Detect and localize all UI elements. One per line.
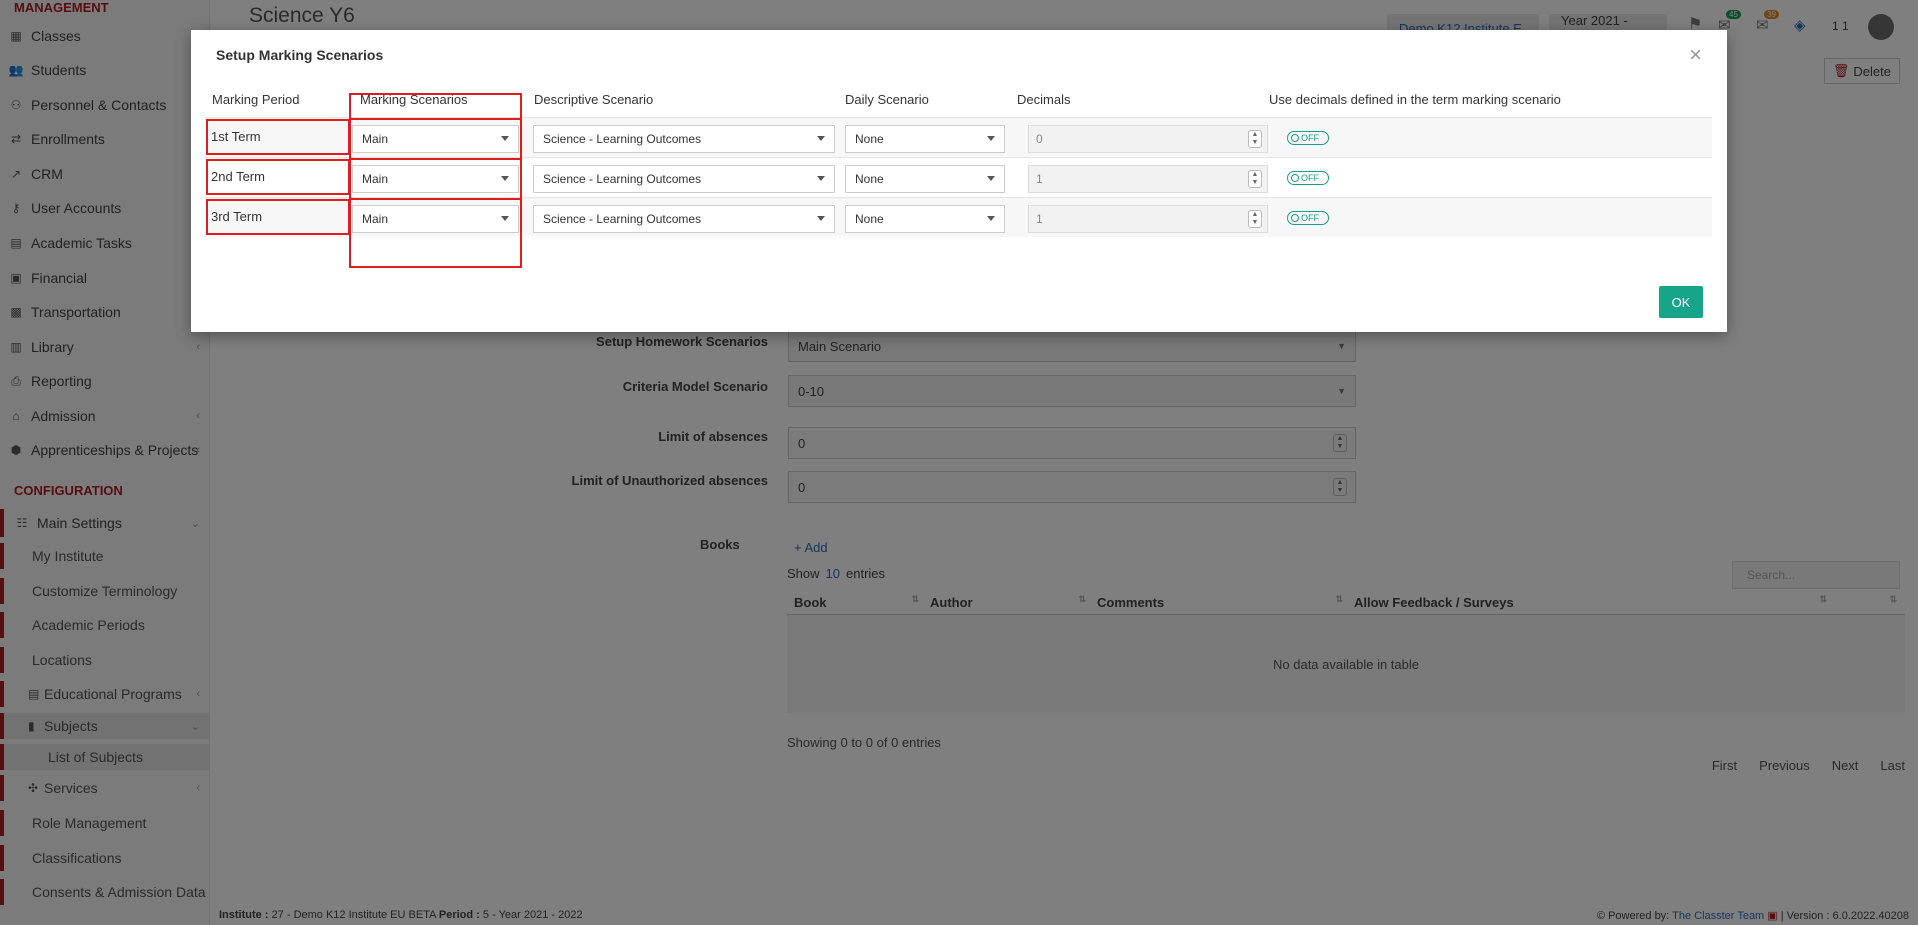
use-decimals-toggle[interactable]: OFF <box>1287 171 1329 185</box>
table-row: 2nd Term Main Science - Learning Outcome… <box>205 157 1712 197</box>
column-header-marking-period: Marking Period <box>212 92 300 107</box>
number-spinner-icon[interactable]: ▲▼ <box>1248 130 1262 148</box>
daily-scenario-select[interactable]: None <box>845 205 1005 233</box>
caret-down-icon <box>987 216 995 221</box>
marking-period-cell: 1st Term <box>211 129 261 144</box>
number-spinner-icon[interactable]: ▲▼ <box>1248 170 1262 188</box>
column-header-descriptive-scenario: Descriptive Scenario <box>534 92 654 107</box>
caret-down-icon <box>987 136 995 141</box>
caret-down-icon <box>501 136 509 141</box>
daily-scenario-value: None <box>855 132 884 146</box>
modal-title: Setup Marking Scenarios <box>216 47 384 63</box>
table-row: 3rd Term Main Science - Learning Outcome… <box>205 197 1712 237</box>
daily-scenario-select[interactable]: None <box>845 165 1005 193</box>
decimals-input[interactable]: 1 ▲ ▼ <box>1028 205 1268 233</box>
caret-down-icon <box>987 176 995 181</box>
toggle-knob-icon <box>1291 214 1299 222</box>
table-row: 1st Term Main Science - Learning Outcome… <box>205 117 1712 157</box>
toggle-knob-icon <box>1291 174 1299 182</box>
toggle-label: OFF <box>1301 173 1319 183</box>
ok-button[interactable]: OK <box>1659 286 1703 318</box>
use-decimals-toggle[interactable]: OFF <box>1287 131 1329 145</box>
descriptive-scenario-select[interactable]: Science - Learning Outcomes <box>533 165 835 193</box>
caret-down-icon <box>817 136 825 141</box>
column-header-use-decimals: Use decimals defined in the term marking… <box>1269 92 1561 107</box>
descriptive-scenario-value: Science - Learning Outcomes <box>543 172 702 186</box>
descriptive-scenario-select[interactable]: Science - Learning Outcomes <box>533 125 835 153</box>
use-decimals-toggle[interactable]: OFF <box>1287 211 1329 225</box>
toggle-label: OFF <box>1301 213 1319 223</box>
marking-period-cell: 2nd Term <box>211 169 265 184</box>
column-header-marking-scenarios: Marking Scenarios <box>360 92 468 107</box>
daily-scenario-value: None <box>855 172 884 186</box>
toggle-label: OFF <box>1301 133 1319 143</box>
decimals-value: 1 <box>1036 172 1043 186</box>
decimals-value: 1 <box>1036 212 1043 226</box>
marking-scenario-value: Main <box>362 132 389 146</box>
decimals-input[interactable]: 0 ▲ ▼ <box>1028 125 1268 153</box>
decimals-input[interactable]: 1 ▲ ▼ <box>1028 165 1268 193</box>
marking-period-cell: 3rd Term <box>211 209 263 224</box>
caret-down-icon <box>501 176 509 181</box>
decimals-value: 0 <box>1036 132 1043 146</box>
close-icon[interactable]: × <box>1689 44 1702 66</box>
caret-down-icon <box>501 216 509 221</box>
marking-scenario-value: Main <box>362 212 389 226</box>
marking-scenario-select[interactable]: Main <box>352 125 519 153</box>
descriptive-scenario-value: Science - Learning Outcomes <box>543 212 702 226</box>
descriptive-scenario-value: Science - Learning Outcomes <box>543 132 702 146</box>
descriptive-scenario-select[interactable]: Science - Learning Outcomes <box>533 205 835 233</box>
daily-scenario-select[interactable]: None <box>845 125 1005 153</box>
caret-down-icon <box>817 176 825 181</box>
setup-marking-scenarios-dialog: Setup Marking Scenarios × Marking Period… <box>191 30 1727 332</box>
toggle-knob-icon <box>1291 134 1299 142</box>
number-spinner-icon[interactable]: ▲▼ <box>1248 210 1262 228</box>
caret-down-icon <box>817 216 825 221</box>
column-header-daily-scenario: Daily Scenario <box>845 92 929 107</box>
marking-scenario-value: Main <box>362 172 389 186</box>
marking-scenario-select[interactable]: Main <box>352 205 519 233</box>
daily-scenario-value: None <box>855 212 884 226</box>
marking-scenario-select[interactable]: Main <box>352 165 519 193</box>
column-header-decimals: Decimals <box>1017 92 1071 107</box>
